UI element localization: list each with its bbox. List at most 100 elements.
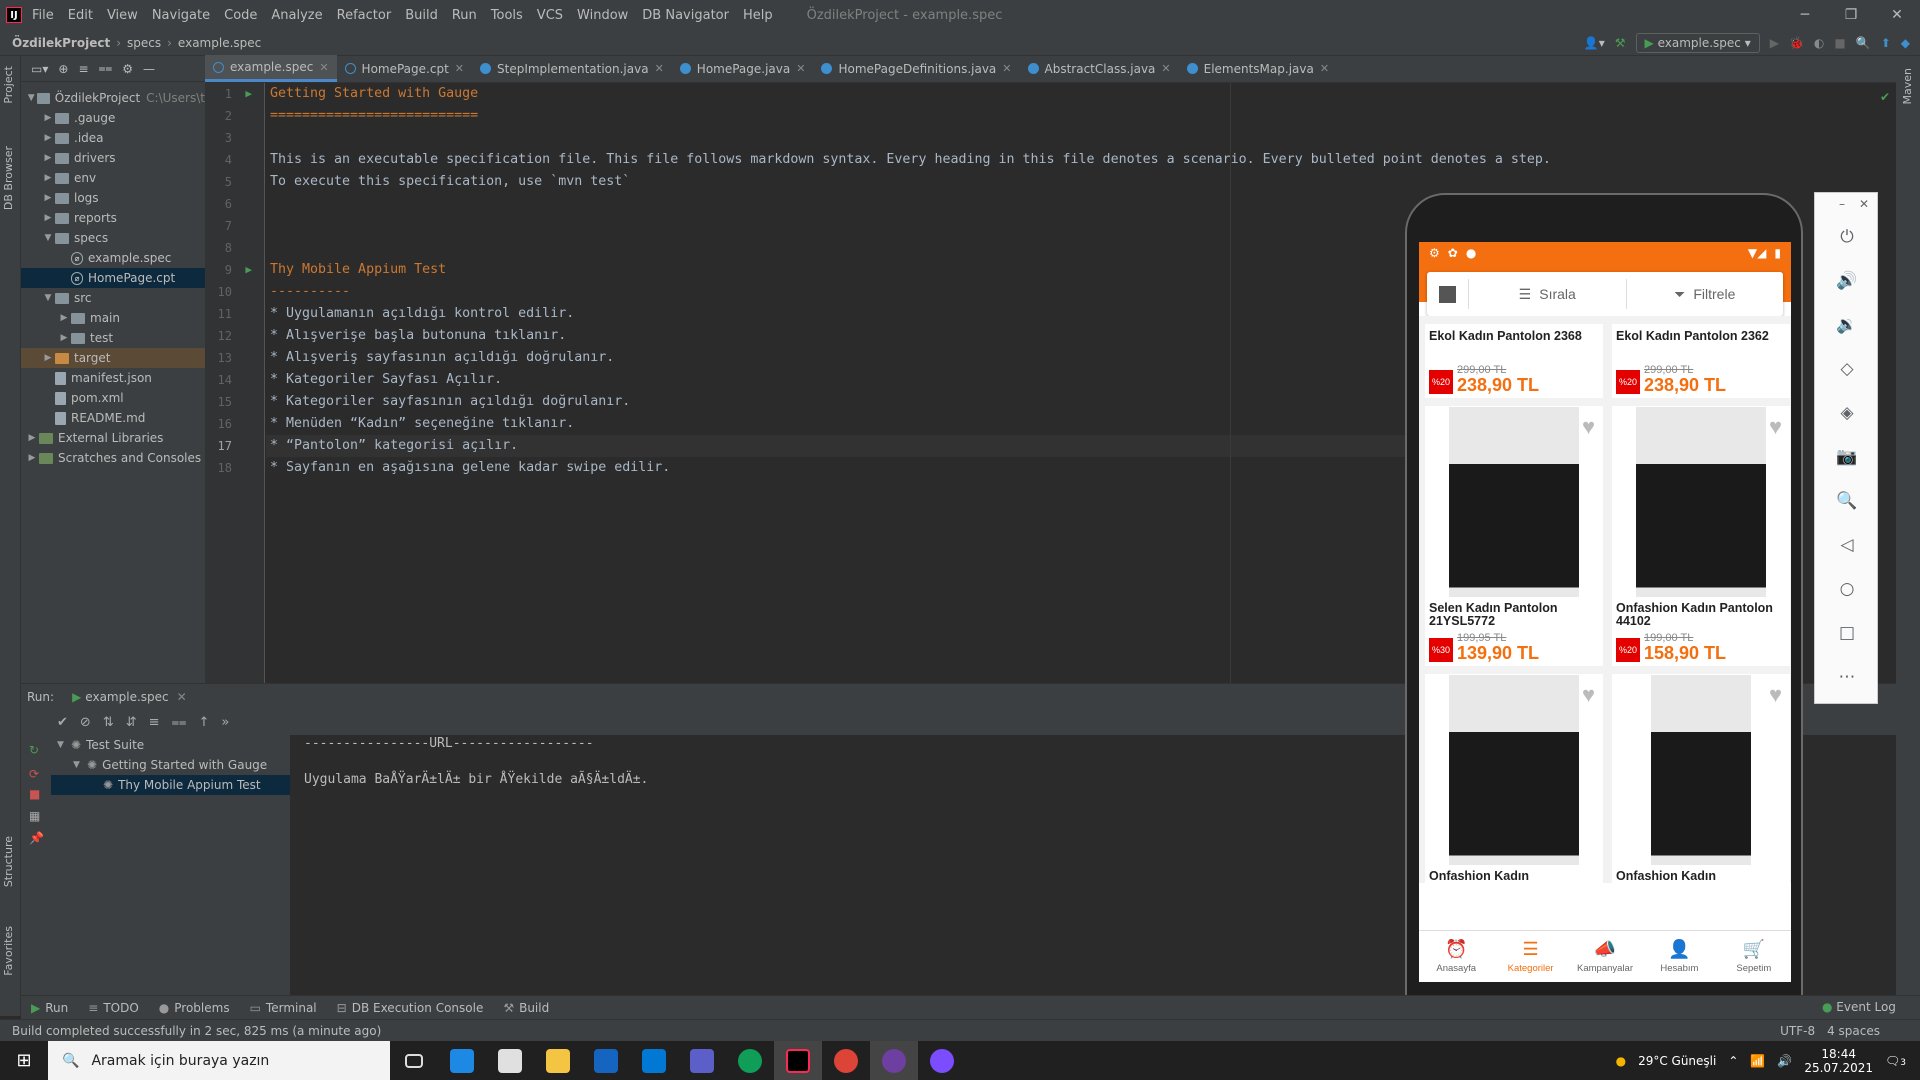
bottom-tab-todo[interactable]: ≡ TODO: [88, 1001, 139, 1015]
tree-item[interactable]: ▶ main: [21, 308, 205, 328]
weather-text[interactable]: 29°C Güneşli: [1638, 1054, 1716, 1068]
bottom-tab-run[interactable]: ▶ Run: [31, 1001, 68, 1015]
tree-item[interactable]: README.md: [21, 408, 205, 428]
code-line[interactable]: * Alışveriş sayfasının açıldığı doğrulan…: [266, 347, 1406, 369]
product-card[interactable]: ♥ Onfashion Kadın: [1425, 674, 1603, 883]
app-purple-icon[interactable]: [918, 1041, 966, 1080]
menu-refactor[interactable]: Refactor: [337, 8, 392, 23]
sort-duration-icon[interactable]: ⇵: [126, 715, 137, 730]
volume-down-icon[interactable]: 🔉: [1815, 303, 1879, 347]
prev-failed-icon[interactable]: ↑: [198, 715, 209, 730]
menu-analyze[interactable]: Analyze: [271, 8, 322, 23]
run-tab[interactable]: example.spec: [85, 690, 168, 704]
emulator-minimize-icon[interactable]: –: [1839, 197, 1845, 211]
store-icon[interactable]: [486, 1041, 534, 1080]
run-tab-close-icon[interactable]: ✕: [177, 690, 187, 704]
coverage-icon[interactable]: ◐: [1814, 36, 1824, 50]
layout-icon[interactable]: ▦: [21, 805, 51, 827]
menu-vcs[interactable]: VCS: [537, 8, 563, 23]
menu-window[interactable]: Window: [577, 8, 628, 23]
code-line[interactable]: * Kategoriler sayfasının açıldığı doğrul…: [266, 391, 1406, 413]
chrome-icon[interactable]: [822, 1041, 870, 1080]
pin-icon[interactable]: 📌: [21, 827, 51, 849]
edge-icon[interactable]: [726, 1041, 774, 1080]
code-line[interactable]: Thy Mobile Appium Test: [266, 259, 1406, 281]
sort-button[interactable]: ☰ Sırala: [1468, 279, 1626, 309]
gear-icon[interactable]: ⚙: [122, 62, 133, 76]
product-image[interactable]: ♥: [1612, 406, 1790, 598]
app-nav-kategoriler[interactable]: ☰ Kategoriler: [1493, 931, 1567, 982]
rerun-failed-icon[interactable]: ⟳: [21, 765, 51, 783]
teams-icon[interactable]: [678, 1041, 726, 1080]
tree-item[interactable]: ▼ ÖzdilekProject C:\Users\t: [21, 88, 205, 108]
bottom-tab-build[interactable]: ⚒ Build: [503, 1001, 549, 1015]
back-icon[interactable]: ◁: [1815, 523, 1879, 567]
grid-toggle-icon[interactable]: [1439, 285, 1456, 303]
show-ignored-icon[interactable]: ⊘: [80, 715, 91, 730]
menu-build[interactable]: Build: [405, 8, 438, 23]
editor-tab[interactable]: HomePageDefinitions.java ✕: [813, 55, 1019, 82]
product-image[interactable]: ♥: [1425, 674, 1603, 866]
stop-icon[interactable]: ■: [1834, 36, 1845, 50]
editor-tab[interactable]: ElementsMap.java ✕: [1179, 55, 1337, 82]
code-line[interactable]: [266, 215, 1406, 237]
sort-alpha-icon[interactable]: ⇅: [103, 715, 114, 730]
test-tree-item[interactable]: ✺ Thy Mobile Appium Test: [51, 775, 290, 795]
code-line[interactable]: * Menüden “Kadın” seçeneğine tıklanır.: [266, 413, 1406, 435]
search-icon[interactable]: 🔍: [1856, 36, 1871, 50]
code-editor[interactable]: Getting Started with Gauge ==============…: [266, 83, 1551, 683]
editor-tab[interactable]: example.spec ✕: [205, 55, 337, 82]
product-card[interactable]: ♥ Onfashion Kadın: [1612, 674, 1790, 883]
clock-time[interactable]: 18:44: [1804, 1047, 1873, 1061]
debug-icon[interactable]: 🐞: [1789, 36, 1804, 50]
more-icon[interactable]: »: [221, 715, 229, 730]
bottom-tab-db-execution-console[interactable]: ⊟ DB Execution Console: [337, 1001, 484, 1015]
event-log-button[interactable]: ● Event Log: [1822, 1000, 1896, 1014]
mail-icon[interactable]: [630, 1041, 678, 1080]
tab-close-icon[interactable]: ✕: [1002, 62, 1011, 75]
rotate-right-icon[interactable]: ◈: [1815, 391, 1879, 435]
explorer-icon[interactable]: [534, 1041, 582, 1080]
tray-chevron-icon[interactable]: ⌃: [1728, 1054, 1738, 1068]
build-hammer-icon[interactable]: ⚒: [1615, 36, 1626, 50]
tab-db-browser[interactable]: DB Browser: [2, 146, 15, 210]
breadcrumb-project[interactable]: ÖzdilekProject: [12, 36, 110, 50]
plugin-icon[interactable]: ◆: [1901, 36, 1910, 50]
tree-item[interactable]: ▶ test: [21, 328, 205, 348]
run-configuration-select[interactable]: ▶ example.spec ▾: [1635, 32, 1760, 53]
locate-icon[interactable]: ⊕: [58, 62, 68, 76]
app-l-icon[interactable]: [438, 1041, 486, 1080]
app-nav-hesabım[interactable]: 👤 Hesabım: [1642, 931, 1716, 982]
menu-tools[interactable]: Tools: [491, 8, 523, 23]
tree-item[interactable]: ▶ External Libraries: [21, 428, 205, 448]
product-card[interactable]: Ekol Kadın Pantolon 2368 %20 299,00 TL 238,…: [1425, 324, 1603, 398]
volume-up-icon[interactable]: 🔊: [1815, 259, 1879, 303]
menu-run[interactable]: Run: [452, 8, 477, 23]
test-tree-item[interactable]: ▼ ✺ Getting Started with Gauge: [51, 755, 290, 775]
code-line[interactable]: Getting Started with Gauge: [266, 83, 1406, 105]
tree-item[interactable]: ▶ logs: [21, 188, 205, 208]
tree-item[interactable]: ▼ specs: [21, 228, 205, 248]
tab-close-icon[interactable]: ✕: [455, 62, 464, 75]
intellij-taskbar-icon[interactable]: [774, 1041, 822, 1080]
tree-item[interactable]: ▶ .gauge: [21, 108, 205, 128]
menu-navigate[interactable]: Navigate: [152, 8, 210, 23]
favorite-heart-icon[interactable]: ♥: [1769, 414, 1782, 440]
more-options-icon[interactable]: ⋯: [1815, 655, 1879, 699]
expand-icon[interactable]: ≡: [149, 715, 160, 730]
tree-item[interactable]: ▶ Scratches and Consoles: [21, 448, 205, 468]
tree-item[interactable]: ▶ .idea: [21, 128, 205, 148]
editor-tab[interactable]: HomePage.java ✕: [672, 55, 814, 82]
run-gutter-icon[interactable]: ▶: [245, 259, 252, 281]
menu-view[interactable]: View: [107, 8, 138, 23]
code-line[interactable]: This is an executable specification file…: [266, 149, 1551, 171]
app-nav-anasayfa[interactable]: ⏰ Anasayfa: [1419, 931, 1493, 982]
clock-date[interactable]: 25.07.2021: [1804, 1061, 1873, 1075]
indent[interactable]: 4 spaces: [1827, 1024, 1880, 1038]
code-line[interactable]: * Sayfanın en aşağısına gelene kadar swi…: [266, 457, 1406, 479]
task-view-icon[interactable]: [390, 1041, 438, 1080]
show-passed-icon[interactable]: ✔: [57, 715, 68, 730]
test-tree-item[interactable]: ▼ ✺ Test Suite: [51, 735, 290, 755]
product-card[interactable]: Ekol Kadın Pantolon 2362 %20 299,00 TL 238,…: [1612, 324, 1790, 398]
tree-item[interactable]: ⌀ HomePage.cpt: [21, 268, 205, 288]
